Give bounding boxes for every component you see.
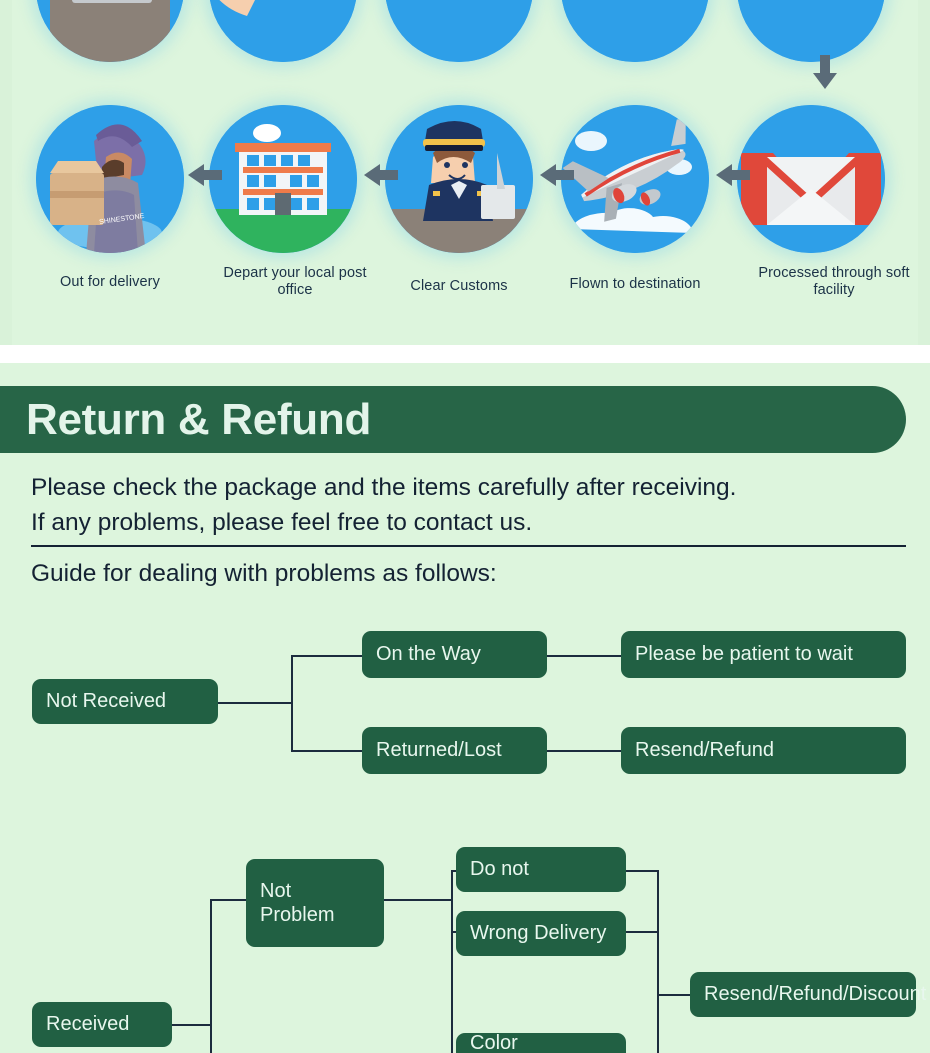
step-label-line1: Depart your local post office (223, 265, 367, 298)
return-refund-section: Return & Refund Please check the package… (0, 363, 930, 1053)
connector-received-spine (210, 899, 212, 1053)
arrow-left-icon (188, 162, 222, 188)
connector-lower-issue-split (451, 931, 453, 1053)
connector-merge-spine (657, 870, 659, 1053)
node-not-problem[interactable]: Not Problem (246, 859, 384, 947)
node-resend-refund-discount[interactable]: Resend/Refund/Discount (690, 972, 926, 1017)
node-color-difference[interactable]: Color Difference (456, 1032, 626, 1053)
connector-not-problem-to-issue-split (384, 899, 452, 901)
node-wrong-delivery[interactable]: Wrong Delivery (456, 911, 626, 956)
arrow-left-icon (540, 162, 574, 188)
step-label-processed-through-soft-facility: Processed through soft facility (758, 265, 910, 298)
arrow-left-icon (716, 162, 750, 188)
step-label-out-for-delivery: Out for delivery (60, 274, 160, 290)
delivery-van-icon (737, 0, 885, 62)
connector-issue-split (451, 870, 453, 932)
node-received[interactable]: Received (32, 1002, 172, 1047)
shipping-process-section: SHINESTONE Out for delivery Depart your … (0, 0, 930, 345)
arrow-left-icon (364, 162, 398, 188)
node-do-not[interactable]: Do not (456, 847, 626, 892)
shipping-process-panel: SHINESTONE Out for delivery Depart your … (12, 0, 918, 345)
handshake-deal-icon (561, 0, 709, 62)
section-divider (0, 345, 930, 363)
flowchart-received: Received Not Problem Do not Wrong Delive… (0, 363, 930, 1053)
arrow-down-icon (805, 55, 845, 91)
step-label-depart-local-post-office: Depart your local post office (215, 265, 375, 298)
step-label-clear-customs: Clear Customs (410, 278, 508, 294)
post-office-building-icon (209, 105, 357, 253)
connector-received-to-spine (172, 1024, 212, 1026)
courier-with-parcel-icon: SHINESTONE (36, 105, 184, 253)
infographic-page: SHINESTONE Out for delivery Depart your … (0, 0, 930, 1053)
connector-do-not-to-merge (626, 870, 658, 872)
customs-officer-icon (385, 105, 533, 253)
laptop-order-icon (36, 0, 184, 62)
connector-merge-to-outcome (657, 994, 691, 996)
mail-envelope-icon (737, 105, 885, 253)
package-box-icon (385, 0, 533, 62)
credit-card-payment-icon (209, 0, 357, 62)
step-label-flown-to-destination: Flown to destination (569, 276, 701, 292)
connector-wrong-delivery-to-merge (626, 931, 658, 933)
connector-spine-to-not-problem (210, 899, 246, 901)
airplane-icon (561, 105, 709, 253)
